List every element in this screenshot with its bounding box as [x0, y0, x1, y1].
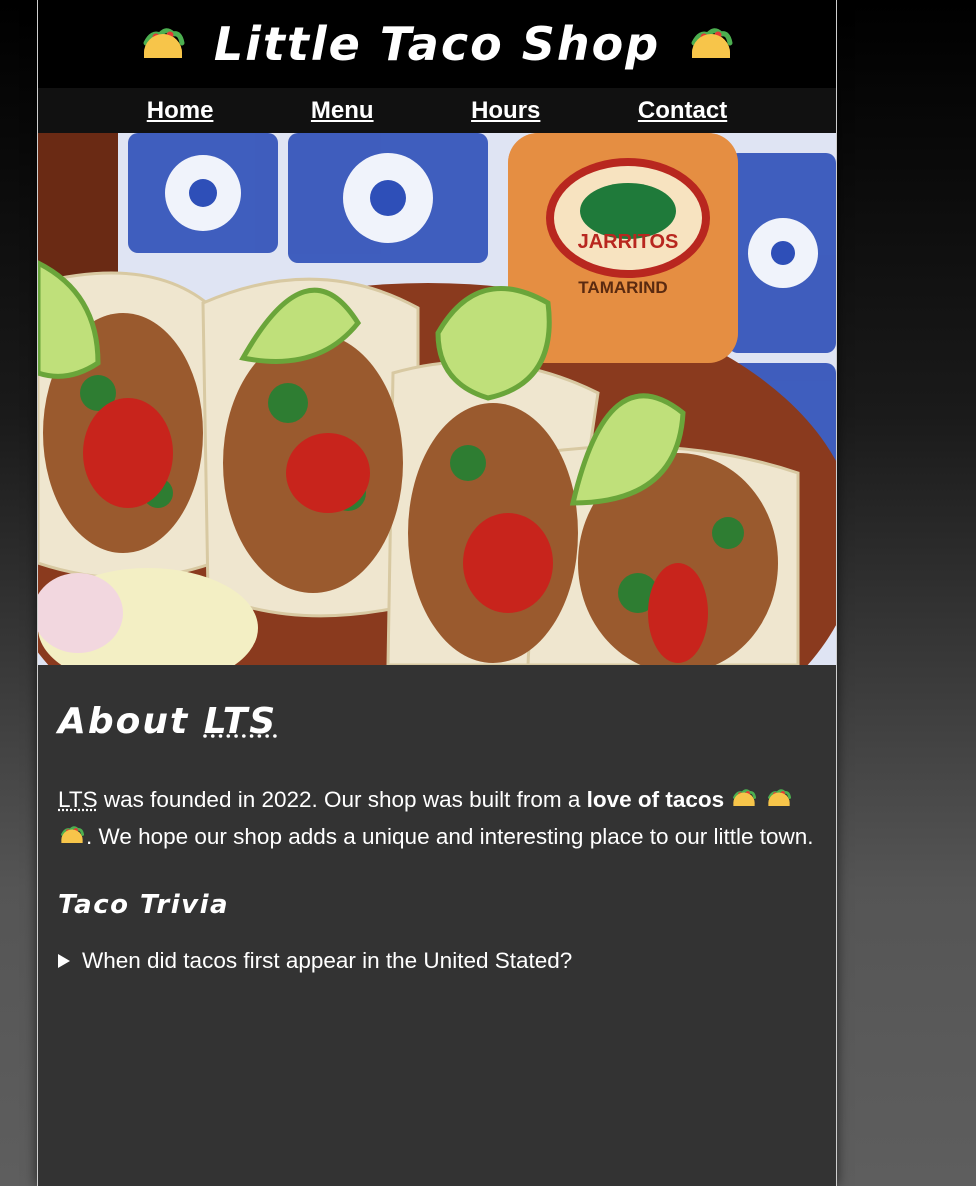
taco-icon — [765, 783, 793, 819]
trivia-question[interactable]: When did tacos first appear in the Unite… — [82, 948, 572, 974]
site-title: Little Taco Shop — [213, 17, 661, 71]
trivia-heading: Taco Trivia — [58, 890, 230, 921]
hero-image: JARRITOS TAMARIND — [38, 133, 836, 665]
nav-link-home[interactable]: Home — [147, 97, 214, 125]
intro-text-1: was founded in 2022. Our shop was built … — [97, 787, 587, 812]
nav-link-contact[interactable]: Contact — [638, 97, 727, 125]
main-nav: Home Menu Hours Contact — [38, 88, 836, 133]
site-header: Little Taco Shop — [38, 0, 836, 88]
taco-icon — [730, 783, 758, 819]
intro-bold: love of tacos — [586, 787, 725, 812]
taco-icon — [686, 23, 736, 65]
main-content: About LTS LTS was founded in 2022. Our s… — [38, 665, 836, 974]
nav-link-hours[interactable]: Hours — [471, 97, 540, 125]
bottle-label: JARRITOS — [578, 231, 679, 253]
intro-abbr: LTS — [58, 787, 98, 812]
disclosure-triangle-icon[interactable] — [58, 954, 70, 969]
page-container: Little Taco Shop Home Menu Hours Contact — [37, 0, 837, 1186]
about-paragraph: LTS was founded in 2022. Our shop was bu… — [58, 782, 816, 856]
taco-icon — [58, 820, 86, 856]
bottle-flavor: TAMARIND — [578, 278, 667, 297]
about-heading: About LTS — [58, 701, 816, 742]
trivia-question-toggle[interactable]: When did tacos first appear in the Unite… — [58, 948, 816, 974]
about-heading-abbr: LTS — [203, 701, 278, 742]
intro-text-2: . We hope our shop adds a unique and int… — [86, 824, 814, 850]
taco-icon — [138, 23, 188, 65]
about-heading-text: About — [58, 701, 190, 742]
nav-link-menu[interactable]: Menu — [311, 97, 374, 125]
